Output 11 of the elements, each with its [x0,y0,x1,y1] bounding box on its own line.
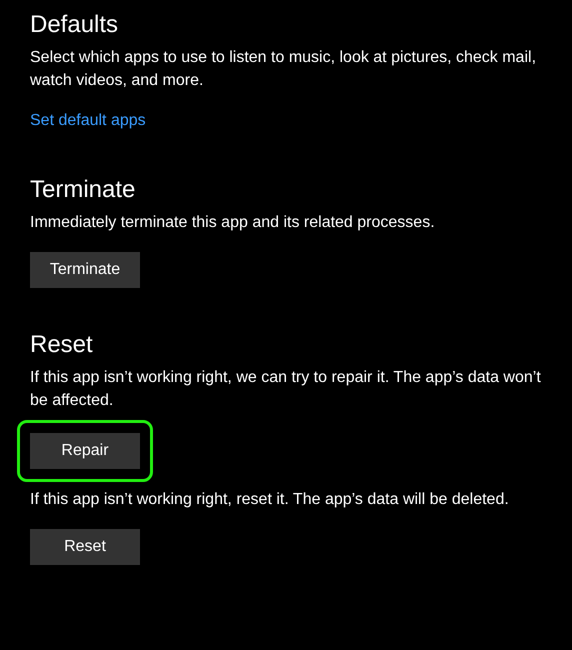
description: Immediately terminate this app and its related processes. [30,213,436,233]
action-button[interactable]: Repair [30,433,140,469]
section-heading: Defaults [30,10,120,40]
description: If this app isn’t working right, we can try to repair it. The app’s data won’t be affected. [30,368,542,411]
section-heading: Reset [30,330,94,360]
description: Select which apps to use to listen to music, look at pictures, check mail, watch videos, and more. [30,48,538,91]
action-button[interactable]: Terminate [30,252,140,288]
action-button[interactable]: Reset [30,529,140,565]
set-default-apps-link[interactable]: Set default apps [30,109,146,133]
description: If this app isn’t working right, reset it. The app’s data will be deleted. [30,490,510,510]
section-heading: Terminate [30,175,136,205]
